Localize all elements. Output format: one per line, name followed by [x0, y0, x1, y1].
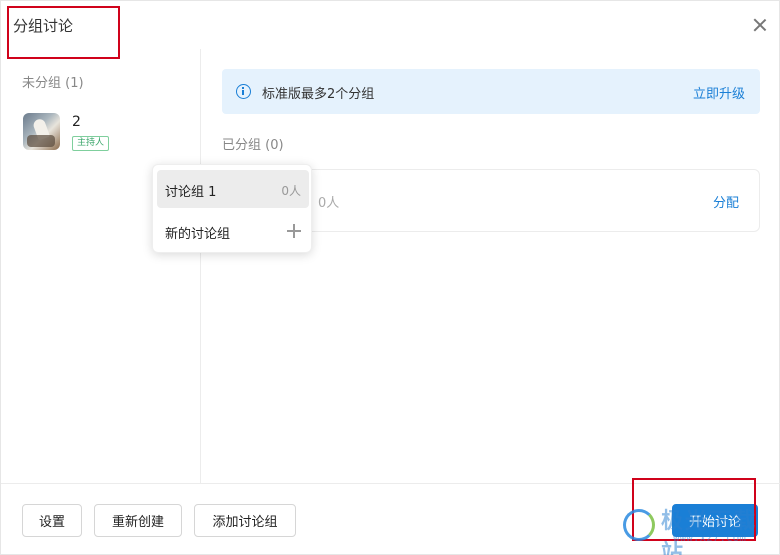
member-name: 2: [72, 114, 81, 130]
assigned-label: 已分组 (0): [222, 138, 284, 153]
group-select-popup: 讨论组 1 0人 新的讨论组: [152, 164, 312, 253]
unassigned-label: 未分组 (1): [22, 76, 84, 91]
recreate-button[interactable]: 重新创建: [94, 504, 182, 537]
upgrade-link[interactable]: 立即升级: [693, 83, 745, 102]
info-text: 标准版最多2个分组: [262, 87, 375, 102]
popup-item-label: 新的讨论组: [165, 227, 231, 242]
popup-item-label: 讨论组 1: [165, 185, 217, 200]
unassigned-panel: 未分组 (1) 2 主持人: [1, 49, 201, 483]
member-item[interactable]: 2 主持人: [23, 113, 193, 153]
popup-item-count: 0人: [281, 184, 301, 198]
info-icon: [236, 84, 251, 99]
group-discussion-dialog: 分组讨论 未分组 (1) 2 主持人 标准版最多2个分组 立即升级 已分组 (0…: [0, 0, 780, 555]
info-banner: 标准版最多2个分组 立即升级: [222, 69, 760, 114]
popup-item-group-1[interactable]: 讨论组 1 0人: [157, 170, 309, 208]
add-group-button[interactable]: 添加讨论组: [194, 504, 296, 537]
assign-link[interactable]: 分配: [713, 192, 739, 211]
host-badge: 主持人: [72, 136, 110, 151]
group-member-count: 0人: [318, 196, 340, 211]
start-highlight-box: [632, 478, 756, 541]
close-icon[interactable]: [751, 16, 769, 34]
popup-item-new-group[interactable]: 新的讨论组: [157, 212, 309, 250]
settings-button[interactable]: 设置: [22, 504, 82, 537]
plus-icon: [287, 224, 301, 238]
avatar: [23, 113, 60, 150]
